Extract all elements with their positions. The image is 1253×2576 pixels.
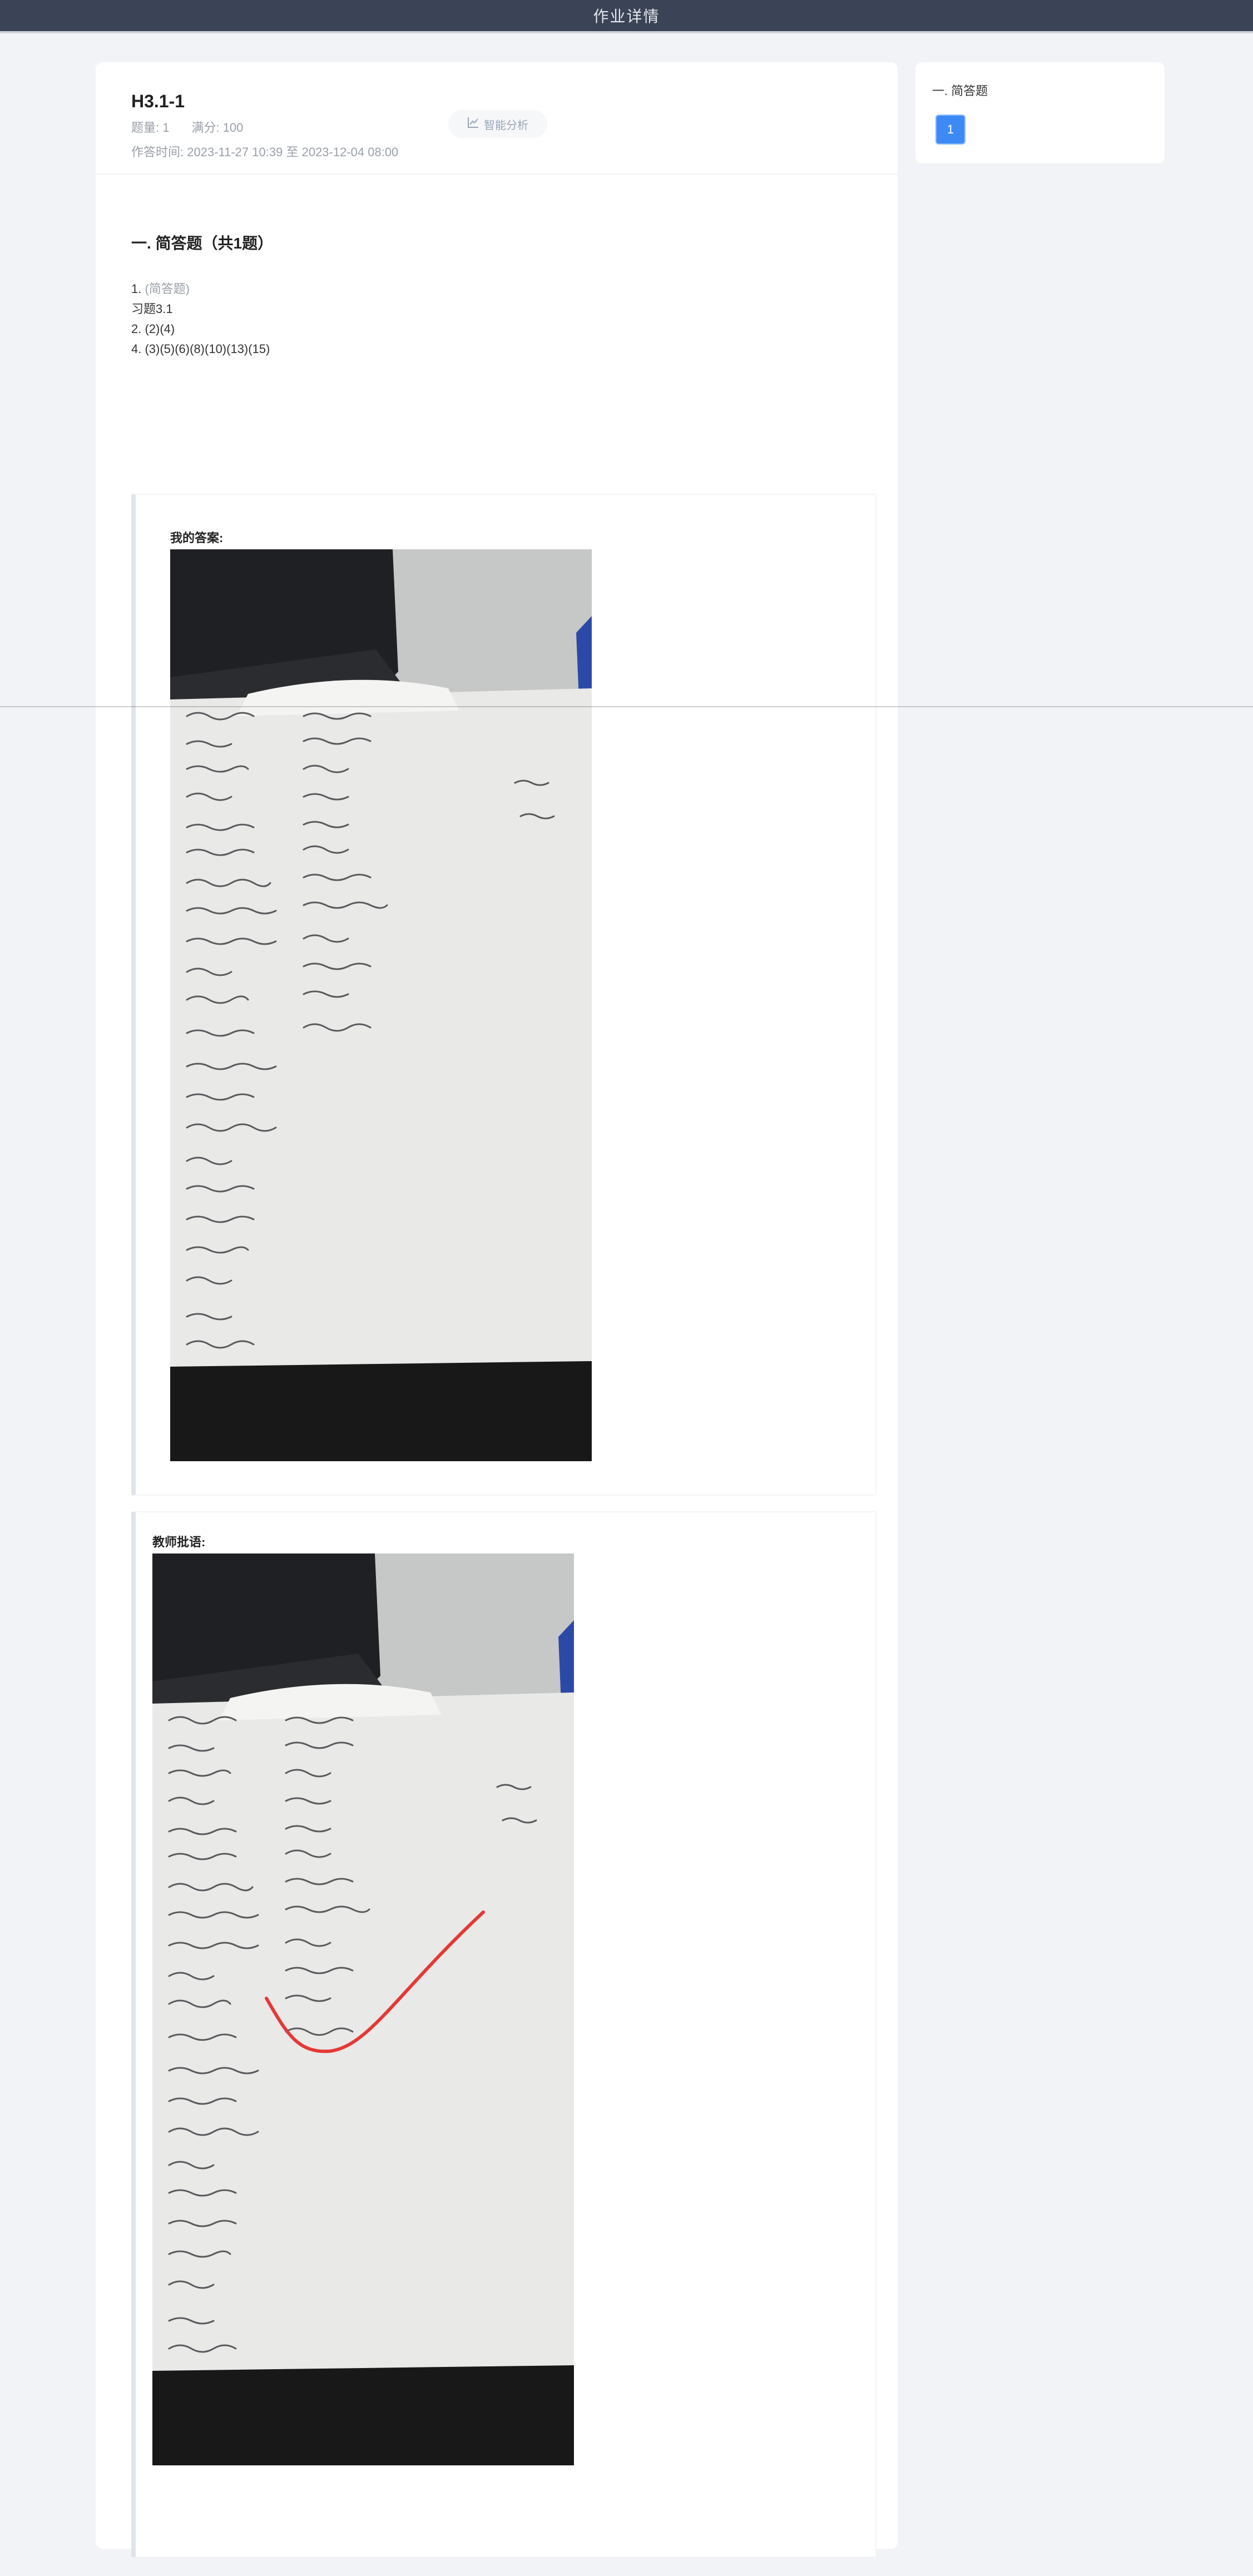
page-divider <box>0 706 1253 707</box>
page-title: 作业详情 <box>593 8 660 25</box>
answer-time-start: 2023-11-27 10:39 <box>187 145 283 159</box>
question-line: 习题3.1 <box>131 302 173 316</box>
smart-analysis-label: 智能分析 <box>484 119 528 132</box>
question-nav-button-1[interactable]: 1 <box>935 115 965 145</box>
answer-time-end: 2023-12-04 08:00 <box>301 145 399 159</box>
question-content: 1. (简答题) 习题3.1 2. (2)(4) 4. (3)(5)(6)(8)… <box>131 279 270 359</box>
my-answer-label: 我的答案: <box>170 531 224 545</box>
line-chart-icon <box>467 116 479 132</box>
full-score: 满分: 100 <box>191 121 244 135</box>
question-heading: 1. (简答题) <box>131 279 270 299</box>
homework-header: H3.1-1 题量: 1 满分: 100 作答时间: 2023-11-27 10:… <box>96 62 898 175</box>
top-bar: 作业详情 <box>0 0 1253 33</box>
homework-title: H3.1-1 <box>131 91 185 111</box>
homework-detail-card: H3.1-1 题量: 1 满分: 100 作答时间: 2023-11-27 10:… <box>96 62 898 2558</box>
section-title: 一. 简答题（共1题） <box>131 235 274 252</box>
graded-answer-photo[interactable] <box>152 1553 574 2465</box>
answer-time: 作答时间: 2023-11-27 10:39 至 2023-12-04 08:0… <box>131 142 398 160</box>
question-line: 4. (3)(5)(6)(8)(10)(13)(15) <box>131 342 270 356</box>
homework-stats: 题量: 1 满分: 100 <box>131 118 243 136</box>
question-line: 2. (2)(4) <box>131 322 175 336</box>
teacher-comment-block: 教师批语: <box>131 1511 876 2558</box>
my-answer-block: 我的答案: <box>131 494 876 1496</box>
navigator-section-title: 一. 简答题 <box>932 84 988 98</box>
answer-photo[interactable] <box>170 549 592 1461</box>
question-count: 题量: 1 <box>131 121 170 135</box>
teacher-comment-label: 教师批语: <box>152 1535 206 1549</box>
answer-time-label: 作答时间: <box>131 145 184 159</box>
question-navigator: 一. 简答题 1 <box>915 62 1165 163</box>
smart-analysis-button[interactable]: 智能分析 <box>448 110 547 138</box>
answer-time-separator: 至 <box>286 145 299 159</box>
question-type: (简答题) <box>145 282 190 296</box>
question-number: 1. <box>131 282 142 296</box>
